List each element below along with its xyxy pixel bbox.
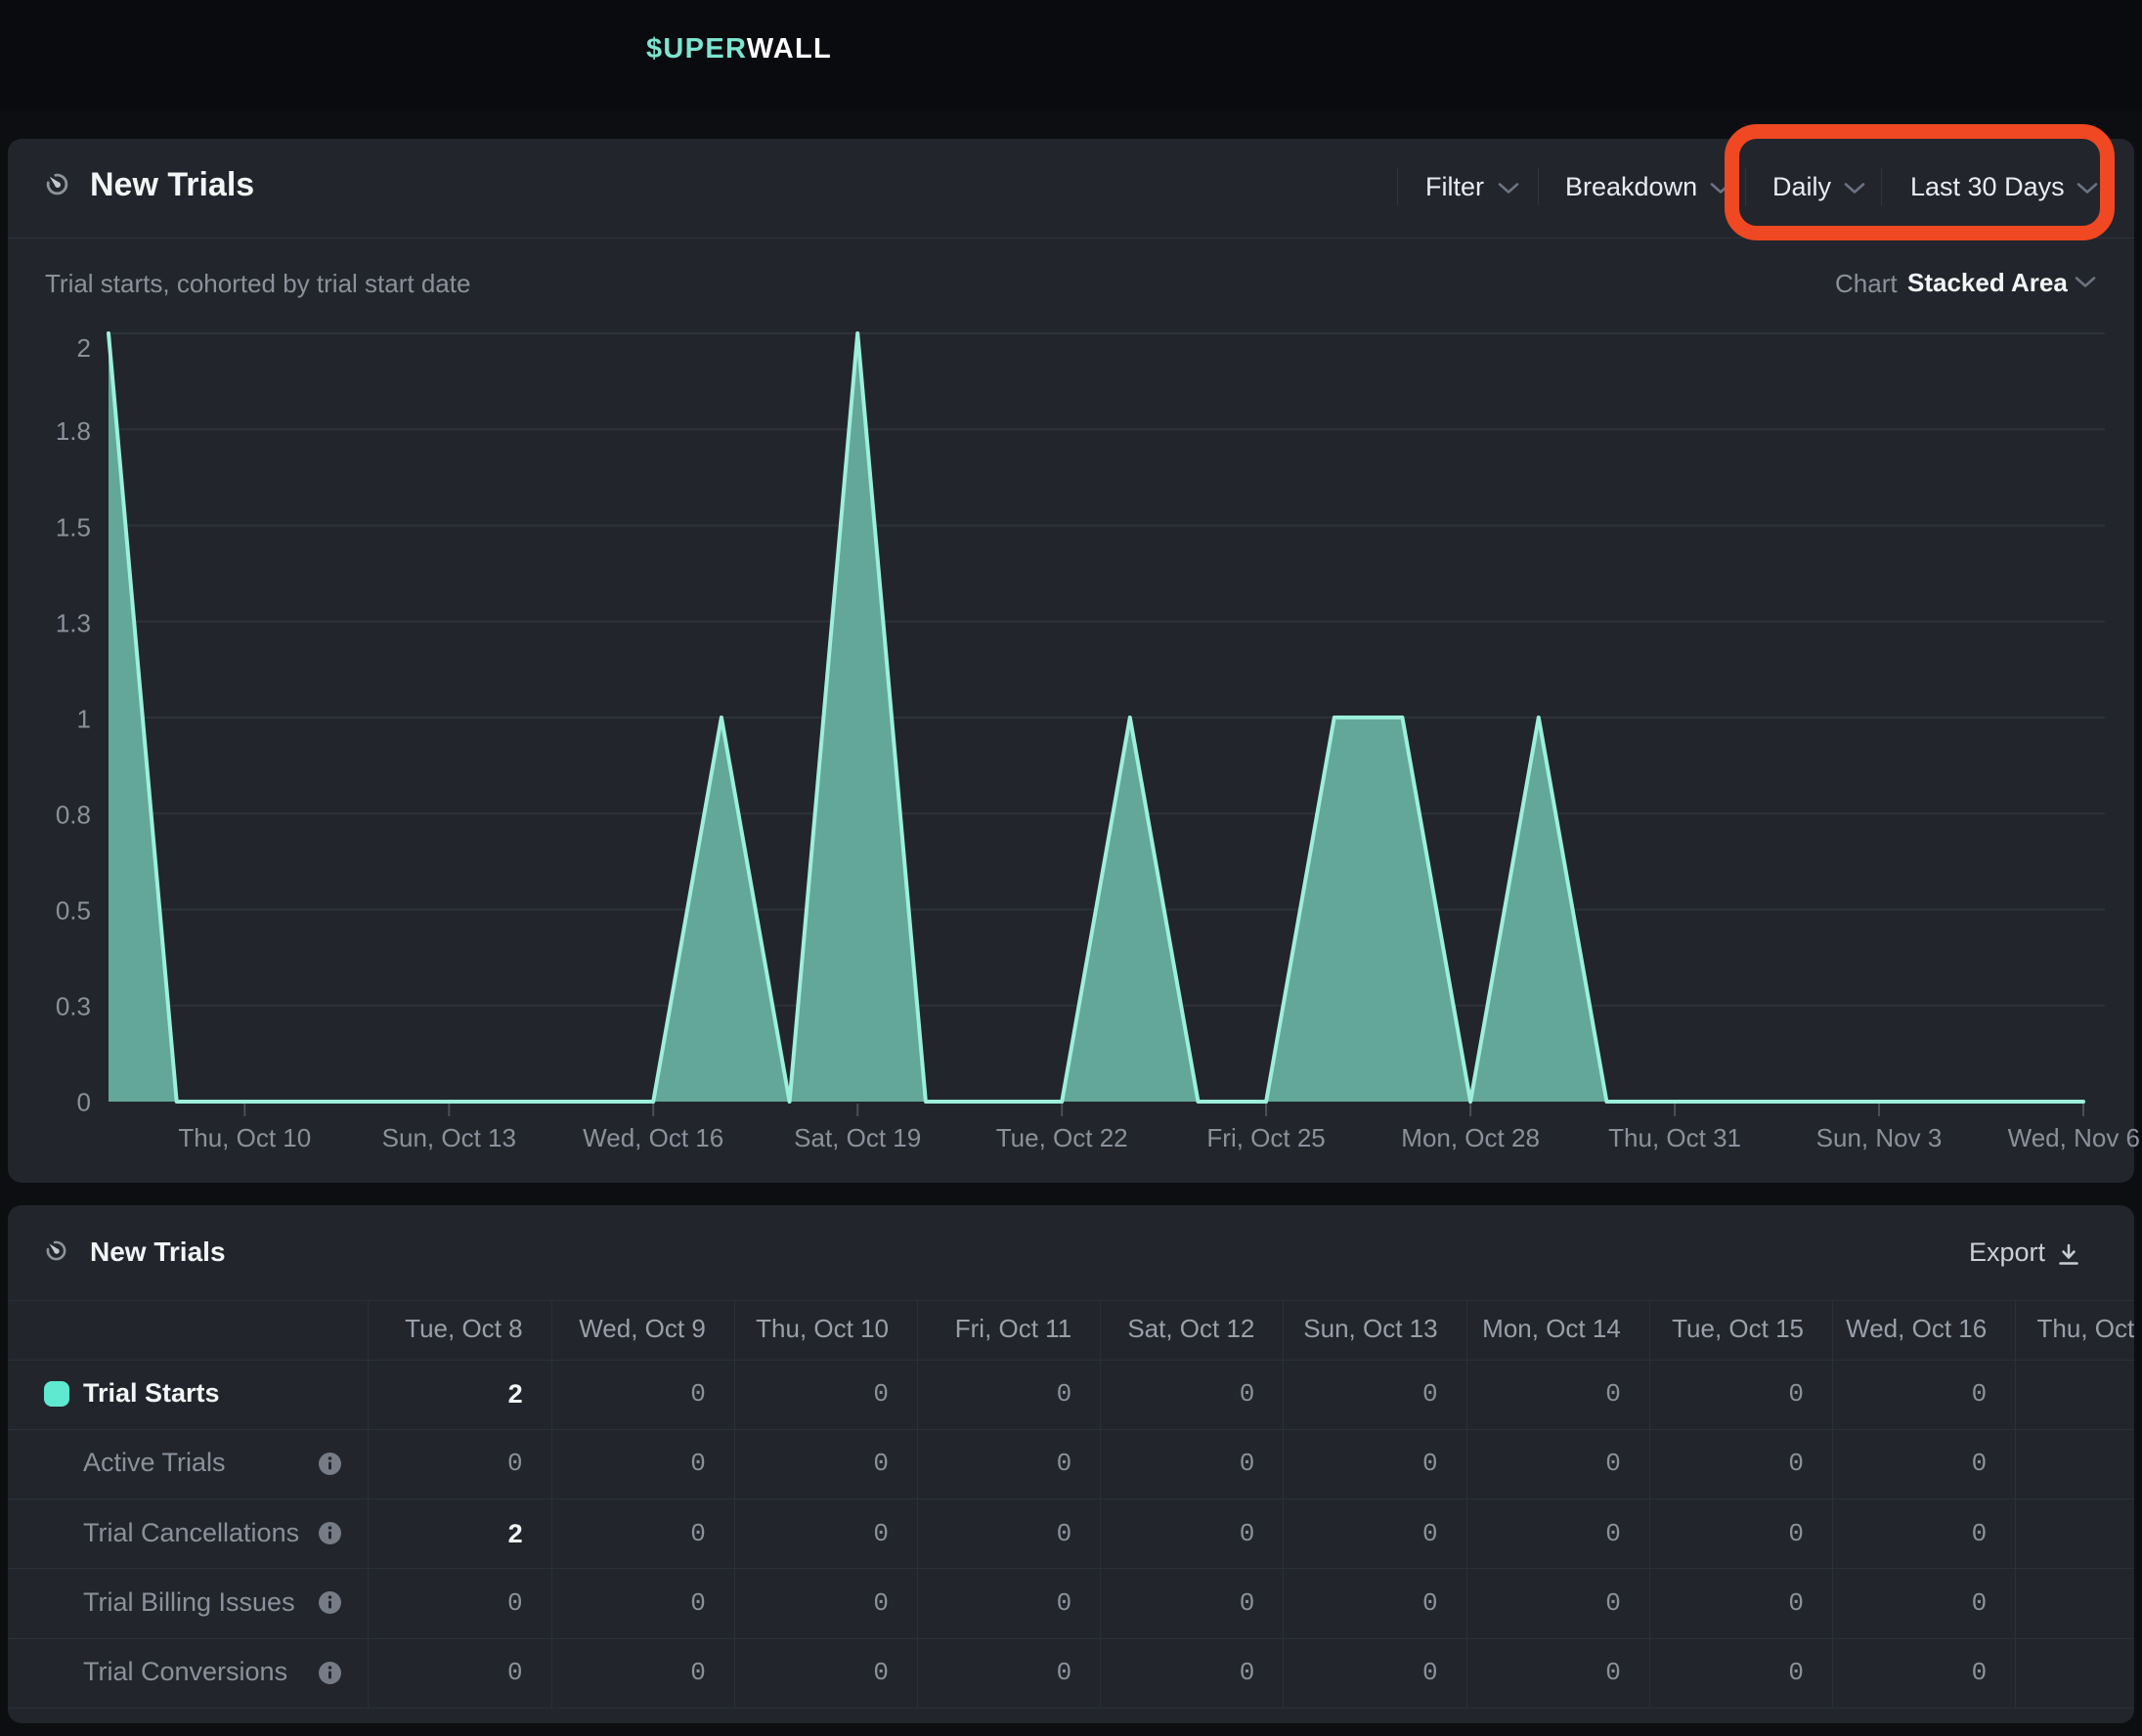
svg-text:Thu, Oct 10: Thu, Oct 10 bbox=[178, 1123, 311, 1152]
svg-text:1.8: 1.8 bbox=[56, 416, 91, 446]
svg-text:Sun, Nov 3: Sun, Nov 3 bbox=[1816, 1123, 1943, 1152]
svg-text:Sun, Oct 13: Sun, Oct 13 bbox=[382, 1123, 516, 1152]
svg-text:Fri, Oct 25: Fri, Oct 25 bbox=[1206, 1123, 1325, 1152]
svg-text:Wed, Oct 16: Wed, Oct 16 bbox=[583, 1123, 723, 1152]
svg-text:1.3: 1.3 bbox=[56, 609, 91, 638]
svg-text:Wed, Nov 6: Wed, Nov 6 bbox=[2008, 1123, 2140, 1152]
svg-text:0.8: 0.8 bbox=[56, 801, 91, 830]
svg-text:1: 1 bbox=[77, 705, 91, 734]
svg-text:2: 2 bbox=[77, 333, 91, 363]
svg-text:0.5: 0.5 bbox=[56, 896, 91, 926]
svg-text:Tue, Oct 22: Tue, Oct 22 bbox=[996, 1123, 1128, 1152]
svg-text:Mon, Oct 28: Mon, Oct 28 bbox=[1401, 1123, 1540, 1152]
svg-text:Thu, Oct 31: Thu, Oct 31 bbox=[1608, 1123, 1741, 1152]
svg-text:0.3: 0.3 bbox=[56, 992, 91, 1021]
svg-text:Sat, Oct 19: Sat, Oct 19 bbox=[794, 1123, 921, 1152]
svg-text:0: 0 bbox=[77, 1088, 91, 1117]
svg-text:1.5: 1.5 bbox=[56, 513, 91, 542]
